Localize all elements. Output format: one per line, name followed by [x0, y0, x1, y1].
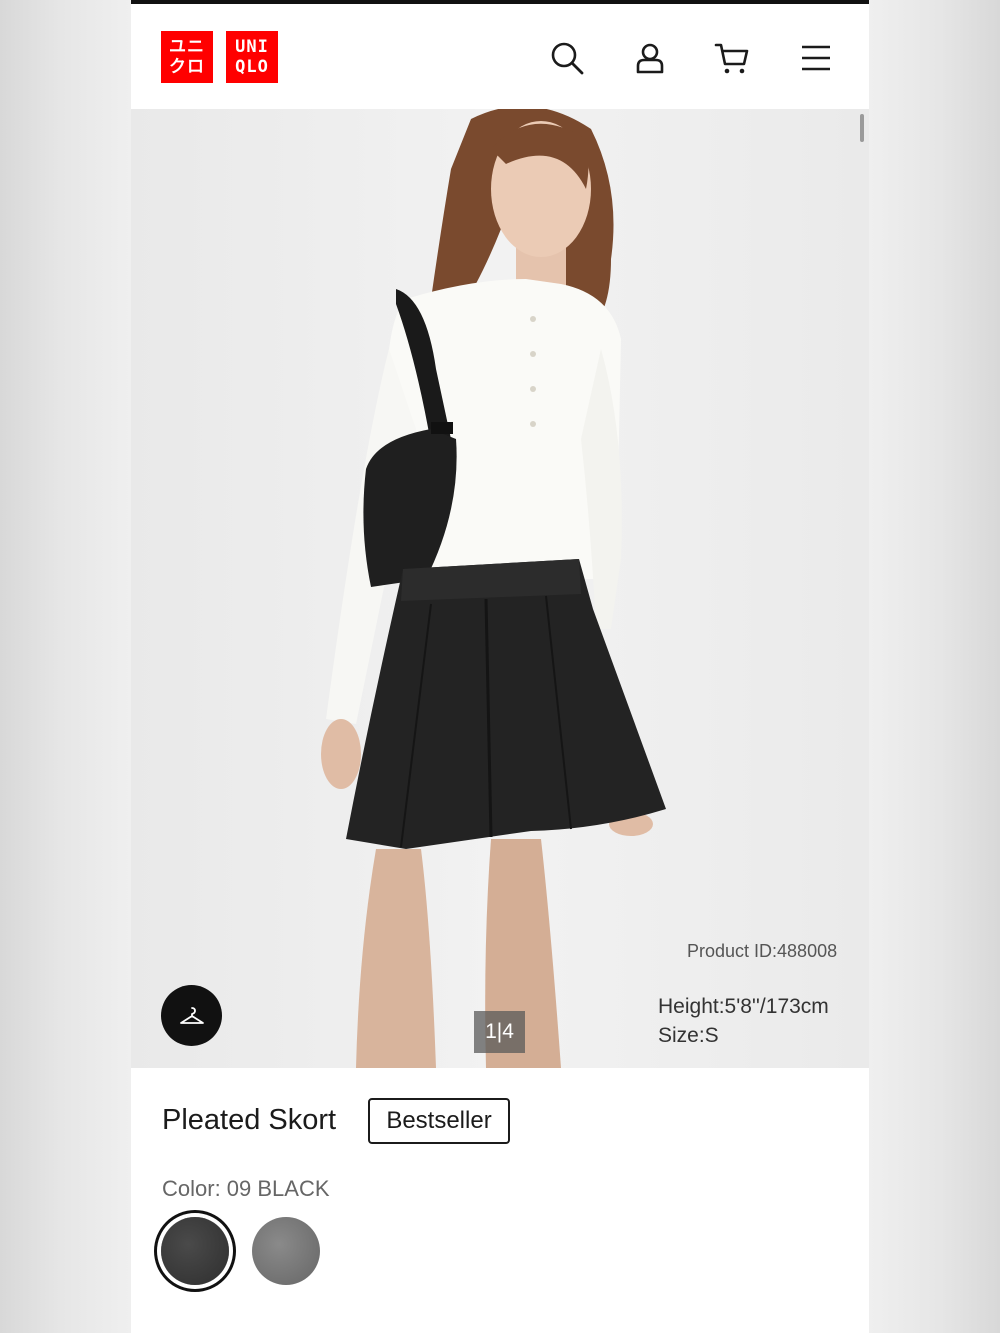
product-photo: [131, 109, 869, 1068]
color-label: Color: 09 BLACK: [162, 1176, 330, 1201]
product-id: Product ID:488008: [687, 941, 838, 961]
account-icon[interactable]: [630, 38, 670, 78]
logo-line-3: UNI: [235, 37, 269, 57]
menu-icon[interactable]: [796, 38, 836, 78]
model-size: Size:S: [658, 1024, 719, 1047]
product-image-gallery[interactable]: Product ID:488008 Height:5'8''/173cm Siz…: [131, 109, 869, 1068]
uniqlo-logo-katakana[interactable]: ユニ クロ: [161, 31, 213, 83]
uniqlo-logo-latin[interactable]: UNI QLO: [226, 31, 278, 83]
logo-line-4: QLO: [235, 57, 269, 77]
scrollbar[interactable]: [860, 114, 864, 142]
bestseller-badge: Bestseller: [368, 1098, 510, 1144]
color-swatch-gray[interactable]: [252, 1217, 320, 1285]
hanger-icon[interactable]: [161, 985, 222, 1046]
logo-line-1: ユニ: [169, 37, 205, 57]
search-icon[interactable]: [547, 38, 587, 78]
logo-line-2: クロ: [169, 57, 205, 77]
model-height: Height:5'8''/173cm: [658, 995, 829, 1018]
color-swatch-black[interactable]: [161, 1217, 229, 1285]
image-pager: 1|4: [474, 1011, 525, 1053]
product-title: Pleated Skort: [162, 1104, 337, 1136]
product-page: ユニ クロ UNI QLO Product ID:488008 Height:5…: [131, 0, 869, 1333]
site-header: ユニ クロ UNI QLO: [131, 4, 869, 109]
cart-icon[interactable]: [712, 38, 752, 78]
